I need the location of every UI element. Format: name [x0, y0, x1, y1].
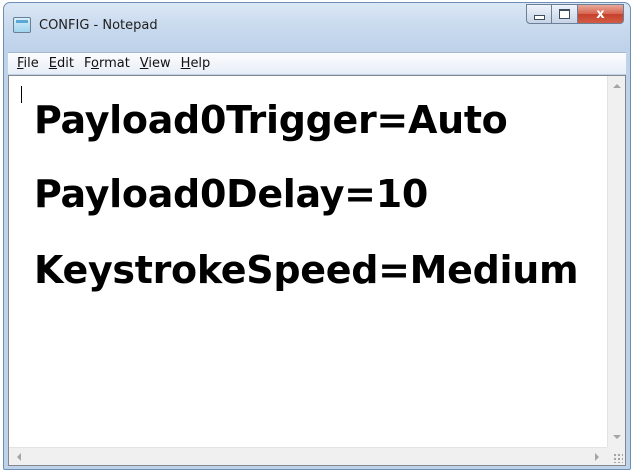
text-editor-frame: Payload0Trigger=Auto Payload0Delay=10 Ke… — [8, 75, 626, 466]
caption-buttons: x — [526, 4, 624, 24]
menu-edit-label: dit — [57, 55, 74, 71]
text-line: Payload0Trigger=Auto — [34, 98, 508, 142]
window-title: CONFIG - Notepad — [39, 18, 158, 33]
menu-edit[interactable]: Edit — [44, 53, 79, 75]
menu-format-accelerator: o — [90, 55, 99, 71]
menu-format-prefix: F — [83, 55, 91, 71]
vertical-scrollbar[interactable] — [607, 76, 625, 447]
close-icon: x — [596, 6, 605, 22]
text-line: Payload0Delay=10 — [34, 172, 428, 216]
size-grip[interactable] — [607, 447, 625, 465]
menu-file-label: ile — [23, 55, 39, 71]
text-line: KeystrokeSpeed=Medium — [34, 248, 579, 292]
menu-view[interactable]: View — [135, 53, 176, 75]
menu-help[interactable]: Help — [176, 53, 216, 75]
scroll-right-icon[interactable] — [595, 453, 599, 461]
text-caret — [21, 86, 22, 103]
menu-format[interactable]: Format — [79, 53, 135, 75]
notepad-window: CONFIG - Notepad x File Edit Format View… — [3, 2, 631, 470]
scroll-up-icon[interactable] — [613, 84, 621, 88]
menu-help-label: elp — [190, 55, 211, 71]
text-editor[interactable]: Payload0Trigger=Auto Payload0Delay=10 Ke… — [9, 76, 607, 447]
minimize-button[interactable] — [526, 4, 552, 24]
menu-file[interactable]: File — [12, 53, 44, 75]
close-button[interactable]: x — [578, 4, 624, 24]
maximize-button[interactable] — [552, 4, 578, 24]
maximize-icon — [559, 9, 570, 19]
menu-edit-accelerator: E — [48, 55, 57, 71]
title-bar[interactable]: CONFIG - Notepad x — [4, 3, 630, 51]
menu-view-label: iew — [148, 55, 171, 71]
minimize-icon — [533, 14, 545, 20]
resize-grip-icon — [613, 453, 623, 463]
notepad-icon[interactable] — [13, 17, 31, 33]
menu-format-label: rmat — [98, 55, 130, 71]
scroll-left-icon[interactable] — [17, 453, 21, 461]
scroll-down-icon[interactable] — [613, 435, 621, 439]
menu-help-accelerator: H — [180, 55, 191, 71]
menu-bar: File Edit Format View Help — [8, 52, 626, 74]
horizontal-scrollbar[interactable] — [9, 447, 607, 465]
